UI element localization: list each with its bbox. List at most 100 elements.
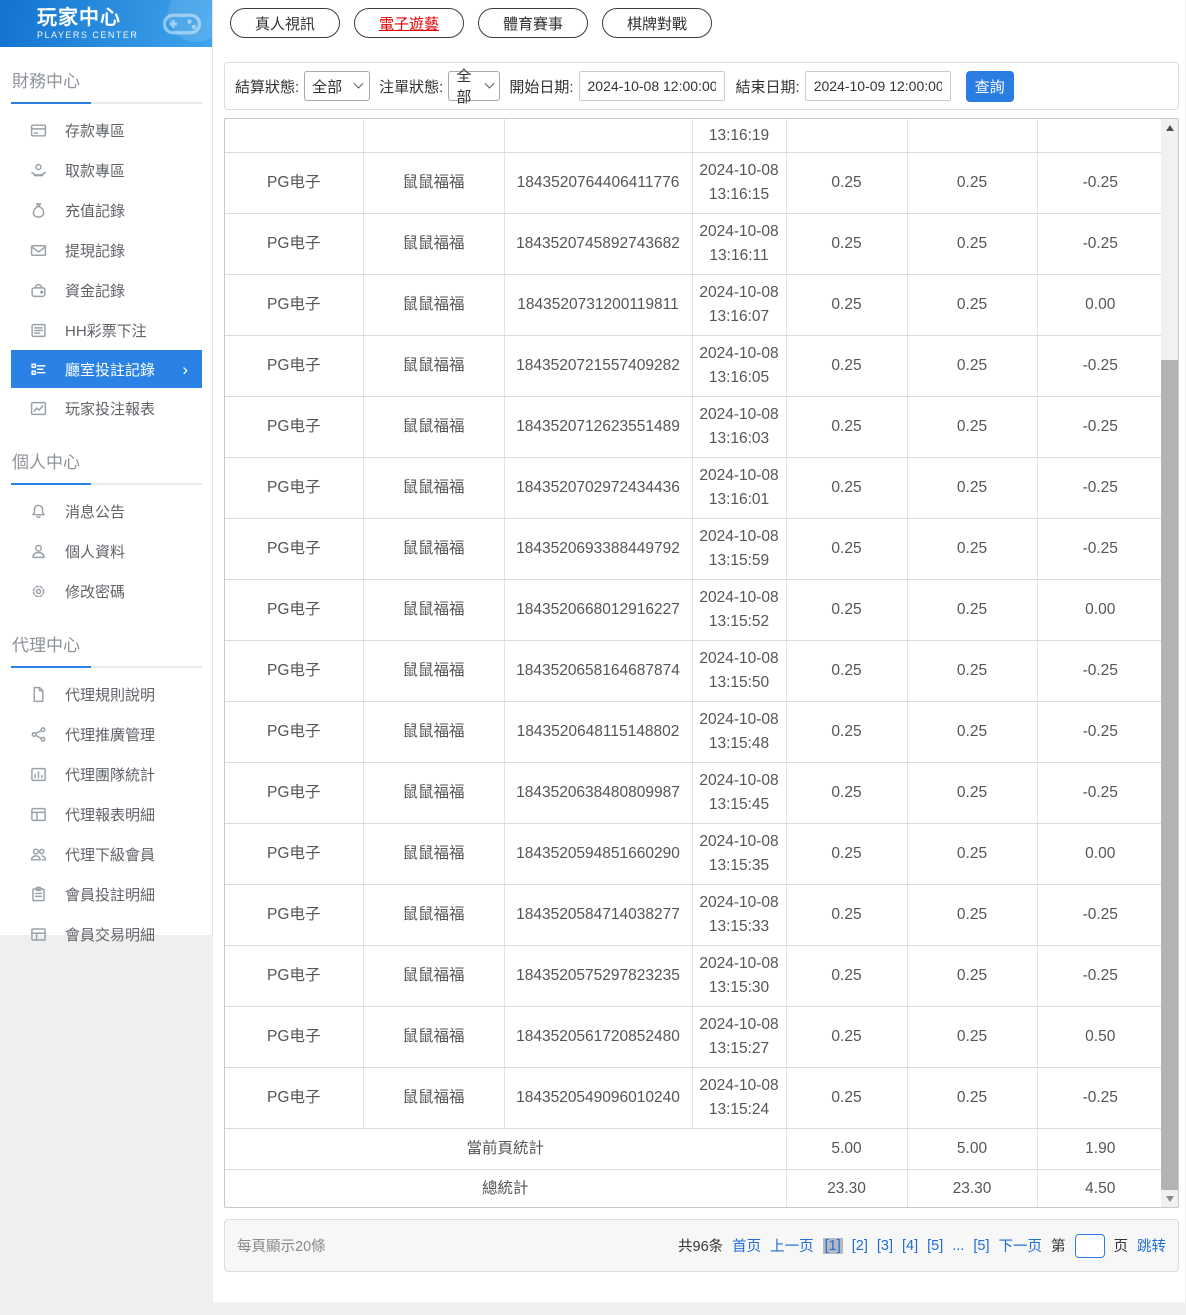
tab-4[interactable]: 棋牌對戰	[602, 8, 713, 38]
tab-2[interactable]: 電子遊藝	[354, 8, 465, 38]
prev-page-link[interactable]: 上一页	[770, 1235, 814, 1256]
tab-1[interactable]: 真人視訊	[230, 8, 341, 38]
sidebar-item-bet-detail[interactable]: 會員投註明細	[0, 874, 212, 914]
time-cell: 2024-10-08 13:16:07	[692, 274, 787, 336]
logo-banner: 玩家中心 PLAYERS CENTER	[0, 0, 212, 47]
sidebar-item-cashout[interactable]: 提現記錄	[0, 230, 212, 270]
sidebar-item-label: 廳室投註記錄	[65, 361, 156, 379]
jump-page-input[interactable]	[1074, 1233, 1105, 1258]
sidebar-item-transaction[interactable]: 會員交易明細	[0, 914, 212, 954]
valid-amount-cell: 0.25	[907, 640, 1038, 702]
sidebar-item-deposit[interactable]: 存款專區	[0, 110, 212, 150]
transaction-icon	[30, 926, 47, 943]
settle-status-select[interactable]: 全部	[304, 71, 371, 101]
sidebar-item-label: 充值記錄	[65, 202, 126, 220]
time-cell: 2024-10-08 13:15:35	[692, 823, 787, 885]
start-date-input[interactable]	[578, 71, 725, 101]
end-date-input[interactable]	[804, 71, 951, 101]
sidebar-item-gear[interactable]: 修改密碼	[0, 571, 212, 611]
sidebar-item-report-detail[interactable]: 代理報表明細	[0, 794, 212, 834]
table-row: PG电子 鼠鼠福福 1843520702972434436 2024-10-08…	[225, 457, 1163, 519]
game-cell: 鼠鼠福福	[363, 1006, 505, 1068]
document-icon	[30, 686, 47, 703]
bet-detail-icon	[30, 886, 47, 903]
sidebar-item-label: 代理團隊統計	[65, 766, 156, 784]
sidebar-item-user[interactable]: 個人資料	[0, 531, 212, 571]
report-icon	[30, 400, 47, 417]
sidebar-item-funds[interactable]: 資金記錄	[0, 270, 212, 310]
valid-amount-cell: 0.25	[907, 701, 1038, 763]
valid-amount-cell: 0.25	[907, 335, 1038, 397]
platform-cell: PG电子	[225, 213, 364, 275]
page-number-link[interactable]: [2]	[852, 1238, 868, 1254]
bet-amount-cell: 0.25	[786, 213, 908, 275]
settle-status-label: 結算狀態:	[235, 78, 300, 96]
scrollbar[interactable]	[1161, 119, 1178, 1207]
table-row: PG电子 鼠鼠福福 1843520584714038277 2024-10-08…	[225, 884, 1163, 946]
first-page-link[interactable]: 首页	[732, 1235, 761, 1256]
sidebar-item-share[interactable]: 代理推廣管理	[0, 714, 212, 754]
table-row: PG电子 鼠鼠福福 1843520575297823235 2024-10-08…	[225, 945, 1163, 1007]
sidebar-nav: 財務中心 存款專區 取款專區 充值記錄 提現記錄 資金記錄 HH彩票下注 廳室投…	[0, 61, 212, 954]
time-cell: 2024-10-08 13:16:03	[692, 396, 787, 458]
time-cell: 13:16:19	[692, 119, 787, 153]
table-row: PG电子 鼠鼠福福 1843520594851660290 2024-10-08…	[225, 823, 1163, 885]
sidebar-item-lottery[interactable]: HH彩票下注	[0, 310, 212, 350]
order-status-select[interactable]: 全部	[448, 68, 501, 106]
platform-cell: PG电子	[225, 518, 364, 580]
sidebar-item-label: 玩家投注報表	[65, 400, 156, 418]
sidebar-item-members[interactable]: 代理下級會員	[0, 834, 212, 874]
game-cell: 鼠鼠福福	[363, 640, 505, 702]
sidebar-item-label: 消息公告	[65, 503, 126, 521]
page-number-link[interactable]: [3]	[877, 1238, 893, 1254]
game-cell: 鼠鼠福福	[363, 274, 505, 336]
platform-cell: PG电子	[225, 762, 364, 824]
sidebar-section-title: 代理中心	[12, 636, 80, 655]
next-page-link[interactable]: 下一页	[999, 1235, 1043, 1256]
scroll-down-button[interactable]	[1161, 1190, 1178, 1207]
pagination-bar: 每頁顯示20條 共96条 首页 上一页 [1] [2] [3] [4] [5]... [5…	[224, 1219, 1179, 1272]
winloss-cell: -0.25	[1037, 945, 1163, 1007]
lottery-icon	[30, 322, 47, 339]
sidebar-section-title: 個人中心	[12, 453, 80, 472]
sidebar-item-bet-record[interactable]: 廳室投註記錄 ›	[11, 350, 202, 388]
winloss-cell: -0.25	[1037, 396, 1163, 458]
deposit-icon	[30, 122, 47, 139]
platform-cell: PG电子	[225, 396, 364, 458]
sidebar-item-report[interactable]: 玩家投注報表	[0, 388, 212, 428]
game-cell: 鼠鼠福福	[363, 579, 505, 641]
time-cell: 2024-10-08 13:15:27	[692, 1006, 787, 1068]
sidebar-item-team-stats[interactable]: 代理團隊統計	[0, 754, 212, 794]
page-number-link[interactable]: [4]	[902, 1238, 918, 1254]
game-cell: 鼠鼠福福	[363, 945, 505, 1007]
sidebar-item-withdraw[interactable]: 取款專區	[0, 150, 212, 190]
page-number-link[interactable]: [5]	[927, 1238, 943, 1254]
sidebar-item-bell[interactable]: 消息公告	[0, 491, 212, 531]
sidebar-item-recharge[interactable]: 充值記錄	[0, 190, 212, 230]
bet-amount-cell: 0.25	[786, 884, 908, 946]
withdraw-icon	[30, 162, 47, 179]
jump-button[interactable]: 跳转	[1137, 1235, 1166, 1256]
time-cell: 2024-10-08 13:15:59	[692, 518, 787, 580]
sidebar-item-document[interactable]: 代理規則說明	[0, 674, 212, 714]
scrollbar-thumb[interactable]	[1161, 360, 1178, 1190]
cashout-icon	[30, 242, 47, 259]
chevron-down-icon	[353, 78, 364, 89]
summary-valid-cell: 23.30	[907, 1169, 1038, 1207]
bet-id-cell: 1843520648115148802	[504, 701, 693, 763]
game-cell: 鼠鼠福福	[363, 457, 505, 519]
summary-bet-cell: 5.00	[786, 1128, 908, 1170]
table-row: PG电子 鼠鼠福福 1843520745892743682 2024-10-08…	[225, 213, 1163, 275]
tab-3[interactable]: 體育賽事	[478, 8, 589, 38]
search-button[interactable]: 查詢	[965, 70, 1014, 102]
ellipsis[interactable]: ...	[952, 1238, 964, 1254]
page-number-link[interactable]: [1]	[822, 1237, 843, 1254]
filter-bar: 結算狀態: 全部 注單狀態: 全部 開始日期: 結束日期: 查詢	[224, 62, 1179, 110]
bet-amount-cell: 0.25	[786, 1006, 908, 1068]
page-number-link[interactable]: [5]	[973, 1238, 989, 1254]
bet-id-cell: 1843520561720852480	[504, 1006, 693, 1068]
platform-cell: PG电子	[225, 335, 364, 397]
winloss-cell: 0.00	[1037, 579, 1163, 641]
scroll-up-button[interactable]	[1161, 119, 1178, 136]
bell-icon	[30, 503, 47, 520]
